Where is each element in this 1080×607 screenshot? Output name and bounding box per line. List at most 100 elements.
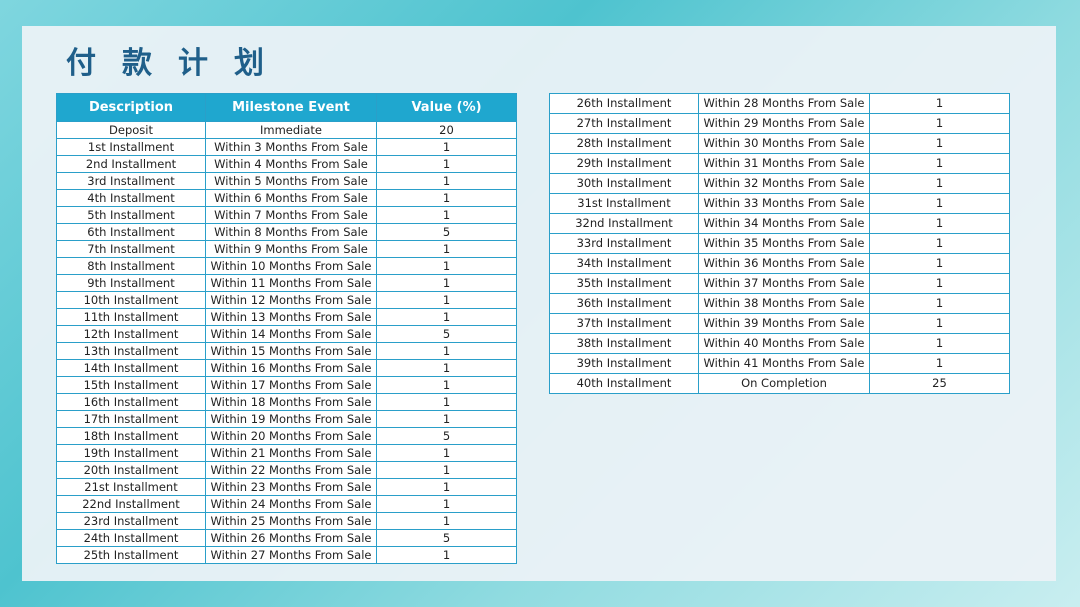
table-row: 11th Installment Within 13 Months From Sa… [56,308,517,326]
cell-description: 18th Installment [56,427,206,445]
table-row: 30th Installment Within 32 Months From Sa… [549,173,1010,194]
table-row: 38th Installment Within 40 Months From Sa… [549,333,1010,354]
cell-milestone-event: Within 28 Months From Sale [698,93,870,114]
cell-value: 1 [869,93,1010,114]
cell-description: 32nd Installment [549,213,699,234]
cell-milestone-event: Within 31 Months From Sale [698,153,870,174]
cell-value: 1 [376,359,517,377]
cell-milestone-event: Within 18 Months From Sale [205,393,377,411]
table-row: 4th Installment Within 6 Months From Sale… [56,189,517,207]
table-row: 9th Installment Within 11 Months From Sal… [56,274,517,292]
cell-description: 23rd Installment [56,512,206,530]
header-value: Value (%) [376,93,517,122]
cell-value: 1 [376,495,517,513]
cell-milestone-event: Within 25 Months From Sale [205,512,377,530]
table-row: Deposit Immediate 20 [56,121,517,139]
cell-value: 1 [376,410,517,428]
cell-description: Deposit [56,121,206,139]
cell-milestone-event: Within 13 Months From Sale [205,308,377,326]
cell-value: 1 [376,274,517,292]
table-row: 24th Installment Within 26 Months From Sa… [56,529,517,547]
cell-milestone-event: Within 3 Months From Sale [205,138,377,156]
cell-value: 1 [376,308,517,326]
table-row: 33rd Installment Within 35 Months From Sa… [549,233,1010,254]
cell-description: 27th Installment [549,113,699,134]
table-row: 35th Installment Within 37 Months From Sa… [549,273,1010,294]
cell-milestone-event: Within 27 Months From Sale [205,546,377,564]
cell-value: 1 [869,333,1010,354]
cell-description: 11th Installment [56,308,206,326]
cell-value: 1 [376,461,517,479]
header-description: Description [56,93,206,122]
cell-value: 1 [869,293,1010,314]
cell-description: 12th Installment [56,325,206,343]
table-row: 10th Installment Within 12 Months From Sa… [56,291,517,309]
cell-description: 16th Installment [56,393,206,411]
table-row: 39th Installment Within 41 Months From Sa… [549,353,1010,374]
cell-description: 33rd Installment [549,233,699,254]
cell-value: 1 [869,253,1010,274]
payment-schedule-table-left: Description Milestone Event Value (%) De… [56,93,517,564]
cell-value: 1 [869,153,1010,174]
cell-milestone-event: Within 11 Months From Sale [205,274,377,292]
cell-milestone-event: Within 21 Months From Sale [205,444,377,462]
cell-description: 29th Installment [549,153,699,174]
cell-milestone-event: Within 38 Months From Sale [698,293,870,314]
cell-value: 25 [869,373,1010,394]
cell-description: 6th Installment [56,223,206,241]
cell-description: 7th Installment [56,240,206,258]
cell-value: 1 [376,342,517,360]
cell-milestone-event: Within 22 Months From Sale [205,461,377,479]
cell-description: 28th Installment [549,133,699,154]
cell-value: 5 [376,325,517,343]
table-row: 7th Installment Within 9 Months From Sale… [56,240,517,258]
cell-milestone-event: Within 39 Months From Sale [698,313,870,334]
table-row: 16th Installment Within 18 Months From Sa… [56,393,517,411]
table-row: 28th Installment Within 30 Months From Sa… [549,133,1010,154]
cell-description: 35th Installment [549,273,699,294]
cell-value: 1 [869,313,1010,334]
cell-milestone-event: Within 20 Months From Sale [205,427,377,445]
cell-milestone-event: Within 4 Months From Sale [205,155,377,173]
table-row: 20th Installment Within 22 Months From Sa… [56,461,517,479]
cell-description: 17th Installment [56,410,206,428]
cell-description: 4th Installment [56,189,206,207]
cell-description: 2nd Installment [56,155,206,173]
cell-description: 20th Installment [56,461,206,479]
payment-schedule-table-right: 26th Installment Within 28 Months From Sa… [549,93,1010,394]
cell-value: 1 [869,173,1010,194]
table-row: 2nd Installment Within 4 Months From Sale… [56,155,517,173]
cell-value: 1 [376,172,517,190]
cell-milestone-event: Within 36 Months From Sale [698,253,870,274]
table-row: 40th Installment On Completion 25 [549,373,1010,394]
cell-value: 1 [869,233,1010,254]
cell-milestone-event: Within 12 Months From Sale [205,291,377,309]
cell-description: 9th Installment [56,274,206,292]
table-row: 8th Installment Within 10 Months From Sal… [56,257,517,275]
table-header-row: Description Milestone Event Value (%) [56,93,517,122]
cell-milestone-event: Within 41 Months From Sale [698,353,870,374]
cell-milestone-event: Within 17 Months From Sale [205,376,377,394]
page-title: 付款计划 [66,46,290,81]
cell-value: 1 [376,512,517,530]
cell-value: 5 [376,427,517,445]
table-row: 3rd Installment Within 5 Months From Sale… [56,172,517,190]
cell-description: 14th Installment [56,359,206,377]
cell-description: 25th Installment [56,546,206,564]
cell-milestone-event: Within 34 Months From Sale [698,213,870,234]
cell-value: 1 [376,376,517,394]
cell-milestone-event: Within 32 Months From Sale [698,173,870,194]
table-row: 25th Installment Within 27 Months From Sa… [56,546,517,564]
table-row: 5th Installment Within 7 Months From Sale… [56,206,517,224]
cell-milestone-event: Immediate [205,121,377,139]
cell-value: 1 [376,257,517,275]
cell-description: 36th Installment [549,293,699,314]
cell-value: 1 [869,193,1010,214]
cell-milestone-event: Within 40 Months From Sale [698,333,870,354]
cell-description: 30th Installment [549,173,699,194]
cell-milestone-event: Within 19 Months From Sale [205,410,377,428]
cell-milestone-event: Within 33 Months From Sale [698,193,870,214]
cell-milestone-event: Within 26 Months From Sale [205,529,377,547]
cell-description: 1st Installment [56,138,206,156]
cell-milestone-event: Within 8 Months From Sale [205,223,377,241]
